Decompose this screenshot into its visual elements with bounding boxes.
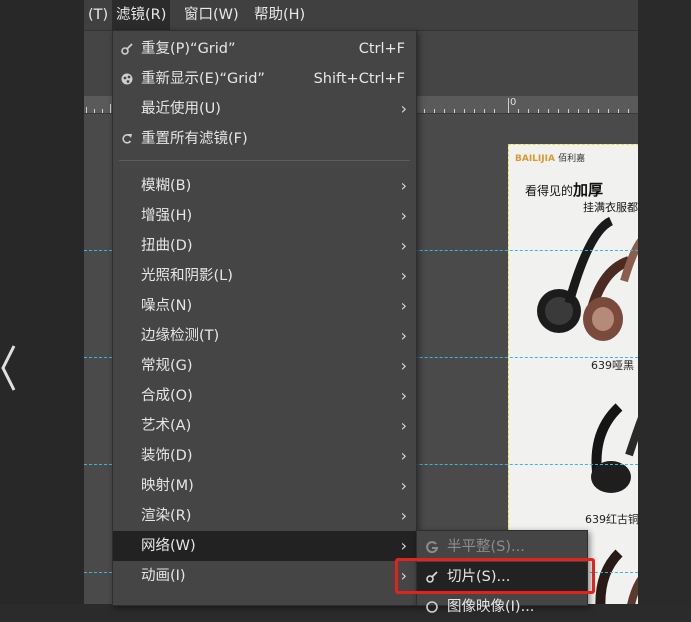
reshow-filter-icon (121, 73, 133, 85)
chevron-right-icon: › (400, 296, 407, 315)
image-label-matte-black: 639哑黑 (591, 359, 634, 372)
submenu-item-imagemap[interactable]: 图像映像(I)... (417, 592, 587, 622)
black-hook-image-2 (591, 403, 638, 493)
chevron-right-icon: › (400, 206, 407, 225)
chevron-right-icon: › (400, 536, 407, 555)
menu-item-animation[interactable]: 动画(I) › (113, 561, 416, 591)
image-brand: BAILIJIA 佰利嘉 (515, 154, 586, 164)
menu-item-combine[interactable]: 合成(O) › (113, 381, 416, 411)
chevron-right-icon: › (400, 506, 407, 525)
chevron-right-icon: › (400, 99, 407, 118)
menu-item-artistic[interactable]: 艺术(A) › (113, 411, 416, 441)
menu-item-reset-all-filters[interactable]: 重置所有滤镜(F) (113, 124, 416, 154)
filters-menu: 重复(P)“Grid” Ctrl+F 重新显示(E)“Grid” Shift+C… (112, 30, 417, 606)
chevron-right-icon: › (400, 446, 407, 465)
left-backdrop (0, 0, 84, 604)
black-hook-image (537, 216, 638, 341)
menu-item-render[interactable]: 渲染(R) › (113, 501, 416, 531)
menu-item-map[interactable]: 映射(M) › (113, 471, 416, 501)
chevron-right-icon: › (400, 326, 407, 345)
menu-item-repeat-filter[interactable]: 重复(P)“Grid” Ctrl+F (113, 34, 416, 64)
menu-item-generic[interactable]: 常规(G) › (113, 351, 416, 381)
menu-tools[interactable]: (T) (84, 0, 112, 30)
menu-item-decor[interactable]: 装饰(D) › (113, 441, 416, 471)
menu-windows[interactable]: 窗口(W) (180, 0, 243, 30)
menu-filters[interactable]: 滤镜(R) (112, 0, 171, 30)
reset-icon (122, 134, 132, 144)
menu-item-recently-used[interactable]: 最近使用(U) › (113, 94, 416, 124)
menu-item-enhance[interactable]: 增强(H) › (113, 201, 416, 231)
image-label-red-bronze: 639红古铜 (585, 513, 638, 526)
annotation-highlight-box (395, 558, 595, 594)
imagemap-icon (426, 601, 438, 613)
chevron-right-icon: › (400, 236, 407, 255)
menu-item-edge-detect[interactable]: 边缘检测(T) › (113, 321, 416, 351)
menu-separator (119, 160, 410, 161)
chevron-right-icon: › (400, 356, 407, 375)
menu-item-reshow-filter[interactable]: 重新显示(E)“Grid” Shift+Ctrl+F (113, 64, 416, 94)
right-backdrop (638, 0, 691, 604)
chevron-right-icon: › (400, 386, 407, 405)
menu-item-blur[interactable]: 模糊(B) › (113, 171, 416, 201)
menu-item-noise[interactable]: 噪点(N) › (113, 291, 416, 321)
chevron-right-icon: › (400, 476, 407, 495)
bronze-hook-image (595, 549, 638, 604)
menubar: (T) 滤镜(R) 窗口(W) 帮助(H) (84, 0, 638, 31)
menu-item-distorts[interactable]: 扭曲(D) › (113, 231, 416, 261)
chevron-right-icon: › (400, 176, 407, 195)
ruler-origin-label: 0 (510, 97, 517, 108)
chevron-right-icon: › (400, 416, 407, 435)
menu-item-light-shadow[interactable]: 光照和阴影(L) › (113, 261, 416, 291)
semi-flatten-icon (426, 541, 439, 554)
chevron-right-icon: › (400, 266, 407, 285)
menu-item-web[interactable]: 网络(W) › (113, 531, 416, 561)
repeat-filter-icon (121, 43, 133, 55)
image-headline: 看得见的加厚 (525, 181, 604, 199)
menu-help[interactable]: 帮助(H) (250, 0, 309, 30)
chevron-left-icon[interactable] (0, 338, 20, 398)
